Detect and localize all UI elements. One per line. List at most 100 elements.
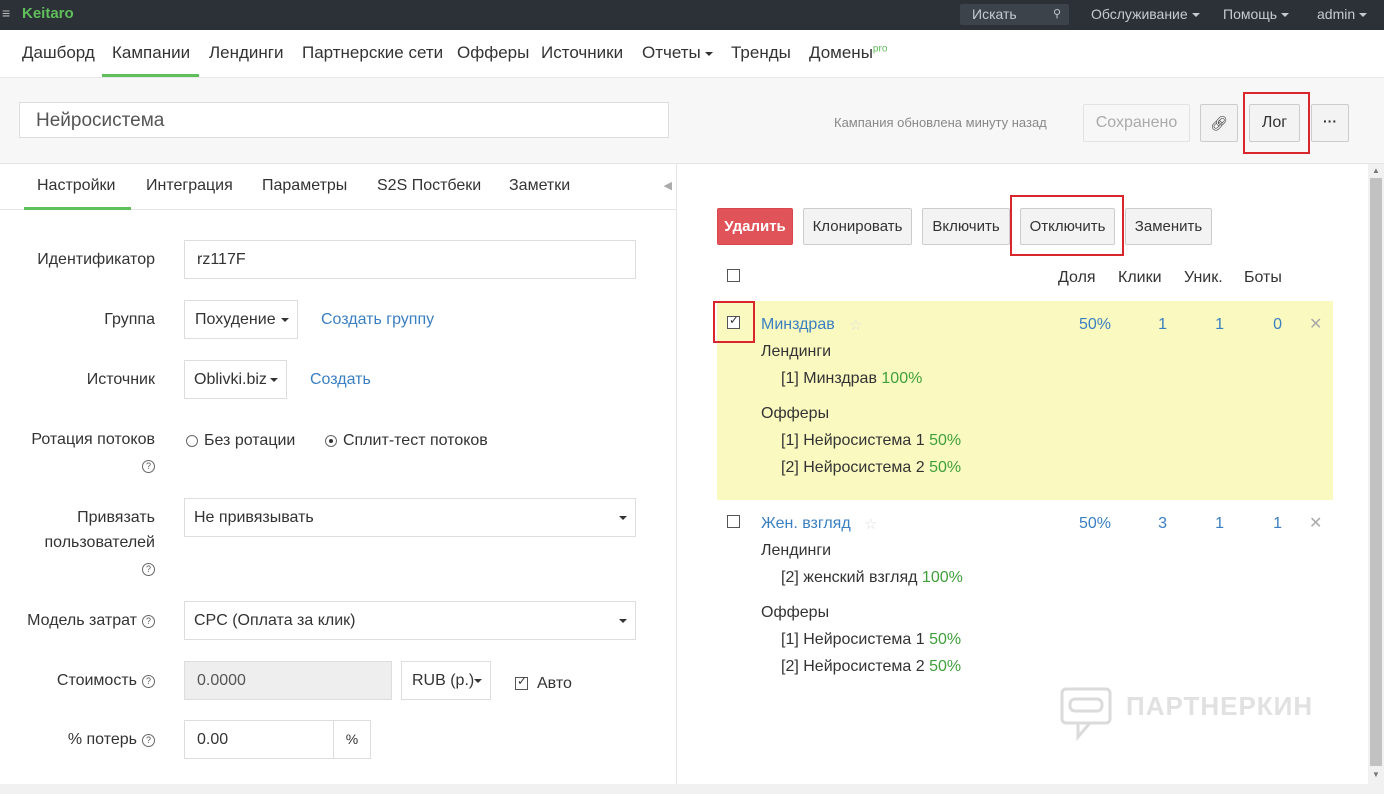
tab-integration[interactable]: Интеграция	[146, 177, 233, 195]
loss-label: % потерь	[67, 731, 137, 748]
horizontal-scrollbar[interactable]	[0, 784, 1384, 794]
cost-input[interactable]: 0.0000	[184, 661, 392, 700]
watermark-logo: ПАРТНЕРКИН	[1060, 685, 1340, 742]
settings-panel: Настройки Интеграция Параметры S2S Постб…	[0, 164, 677, 784]
chevron-down-icon	[1359, 13, 1368, 18]
offer-item: [1] Нейросистема 1 50%	[781, 432, 962, 449]
nav-sources[interactable]: Источники	[541, 43, 623, 63]
landing-item: [1] Минздрав 100%	[781, 370, 923, 387]
close-icon[interactable]: ✕	[1309, 314, 1322, 334]
radio-checked-icon[interactable]	[325, 434, 337, 447]
tab-settings[interactable]: Настройки	[37, 177, 115, 195]
annotation-box-log	[1243, 92, 1310, 154]
menu-service[interactable]: Обслуживание	[1091, 6, 1200, 22]
stream-checkbox[interactable]	[727, 515, 740, 528]
nav-active-indicator	[102, 74, 199, 77]
nav-landings[interactable]: Лендинги	[209, 43, 284, 63]
stream-bots: 0	[1273, 316, 1282, 333]
vertical-scrollbar[interactable]: ▲ ▼	[1368, 164, 1384, 784]
rotation-label: Ротация потоков	[31, 431, 155, 448]
landing-item: [2] женский взгляд 100%	[781, 569, 963, 586]
create-group-link[interactable]: Создать группу	[321, 311, 434, 329]
offer-item: [2] Нейросистема 2 50%	[781, 658, 962, 675]
stream-name-link[interactable]: Жен. взгляд	[761, 515, 851, 533]
auto-checkbox[interactable]: Авто	[515, 674, 572, 693]
help-icon[interactable]: ?	[142, 675, 155, 688]
landings-heading: Лендинги	[761, 542, 832, 559]
group-select[interactable]: Похудение	[184, 300, 298, 339]
delete-button[interactable]: Удалить	[717, 208, 793, 245]
chevron-down-icon	[1191, 13, 1200, 18]
nav-domains[interactable]: Доменыpro	[809, 43, 887, 63]
star-icon[interactable]: ☆	[864, 515, 877, 533]
rotation-option-split[interactable]: Сплит-тест потоков	[325, 432, 488, 450]
tab-s2s-postbacks[interactable]: S2S Постбеки	[377, 177, 481, 195]
nav-reports[interactable]: Отчеты	[642, 43, 713, 63]
stream-unique: 1	[1215, 515, 1224, 532]
cost-label: Стоимость	[56, 672, 137, 689]
saved-button[interactable]: Сохранено	[1083, 104, 1190, 142]
collapse-panel-icon[interactable]: ◀	[664, 179, 672, 192]
help-icon[interactable]: ?	[142, 460, 155, 473]
tab-parameters[interactable]: Параметры	[262, 177, 347, 195]
main-nav: Дашборд Кампании Лендинги Партнерские се…	[0, 30, 1384, 78]
link-button[interactable]: 🔗︎	[1200, 104, 1238, 142]
search-icon[interactable]: ⚲	[1053, 7, 1061, 20]
search-box[interactable]: Искать ⚲	[960, 4, 1069, 25]
brand-logo[interactable]: Keitaro	[22, 5, 74, 22]
nav-campaigns[interactable]: Кампании	[112, 43, 190, 63]
source-label: Источник	[86, 371, 155, 388]
replace-button[interactable]: Заменить	[1125, 208, 1212, 245]
nav-dashboard[interactable]: Дашборд	[22, 43, 95, 63]
help-icon[interactable]: ?	[142, 734, 155, 747]
top-bar: ≡ Keitaro Искать ⚲ Обслуживание Помощь a…	[0, 0, 1384, 30]
cost-model-label: Модель затрат	[27, 612, 137, 629]
help-icon[interactable]: ?	[142, 615, 155, 628]
nav-trends[interactable]: Тренды	[731, 43, 791, 63]
watermark-icon	[1060, 687, 1112, 742]
search-label[interactable]: Искать	[972, 6, 1017, 22]
scroll-up-icon[interactable]: ▲	[1372, 166, 1380, 175]
scroll-down-icon[interactable]: ▼	[1372, 770, 1380, 779]
loss-input[interactable]: 0.00	[184, 720, 334, 759]
radio-icon[interactable]	[186, 434, 198, 447]
source-select[interactable]: Oblivki.biz	[184, 360, 287, 399]
bind-users-select[interactable]: Не привязывать	[184, 498, 636, 537]
help-icon[interactable]: ?	[142, 563, 155, 576]
more-button[interactable]: ···	[1311, 104, 1349, 142]
col-bots[interactable]: Боты	[1244, 269, 1282, 287]
landings-heading: Лендинги	[761, 343, 832, 360]
campaign-header: Нейросистема Кампания обновлена минуту н…	[0, 78, 1384, 164]
scrollbar-thumb[interactable]	[1370, 178, 1382, 766]
hamburger-icon[interactable]: ≡	[2, 5, 10, 21]
col-clicks[interactable]: Клики	[1118, 269, 1162, 287]
bind-users-label-2: пользователей	[44, 534, 156, 551]
chevron-down-icon	[1281, 13, 1290, 18]
nav-affiliate-networks[interactable]: Партнерские сети	[302, 43, 443, 63]
annotation-box-disable	[1010, 195, 1124, 256]
checkbox-checked-icon[interactable]	[515, 674, 528, 691]
menu-user[interactable]: admin	[1317, 6, 1368, 22]
cost-model-select[interactable]: CPC (Оплата за клик)	[184, 601, 636, 640]
stream-name-link[interactable]: Минздрав	[761, 316, 835, 334]
select-all-checkbox[interactable]	[727, 269, 740, 282]
currency-select[interactable]: RUB (р.)	[401, 661, 491, 700]
offer-item: [2] Нейросистема 2 50%	[781, 459, 962, 476]
col-unique[interactable]: Уник.	[1184, 269, 1223, 287]
close-icon[interactable]: ✕	[1309, 513, 1322, 533]
id-input[interactable]: rz117F	[184, 240, 636, 279]
campaign-name-input[interactable]: Нейросистема	[19, 102, 669, 138]
enable-button[interactable]: Включить	[922, 208, 1010, 245]
tab-notes[interactable]: Заметки	[509, 177, 570, 195]
stream-clicks: 1	[1158, 316, 1167, 333]
star-icon[interactable]: ☆	[849, 316, 862, 334]
nav-offers[interactable]: Офферы	[457, 43, 529, 63]
annotation-box-checkbox	[713, 301, 755, 343]
clone-button[interactable]: Клонировать	[803, 208, 912, 245]
bind-users-label-1: Привязать	[77, 509, 155, 526]
col-share[interactable]: Доля	[1058, 269, 1096, 287]
create-source-link[interactable]: Создать	[310, 371, 371, 389]
rotation-option-none[interactable]: Без ротации	[186, 432, 295, 450]
menu-help[interactable]: Помощь	[1223, 6, 1290, 22]
offers-heading: Офферы	[761, 405, 830, 422]
